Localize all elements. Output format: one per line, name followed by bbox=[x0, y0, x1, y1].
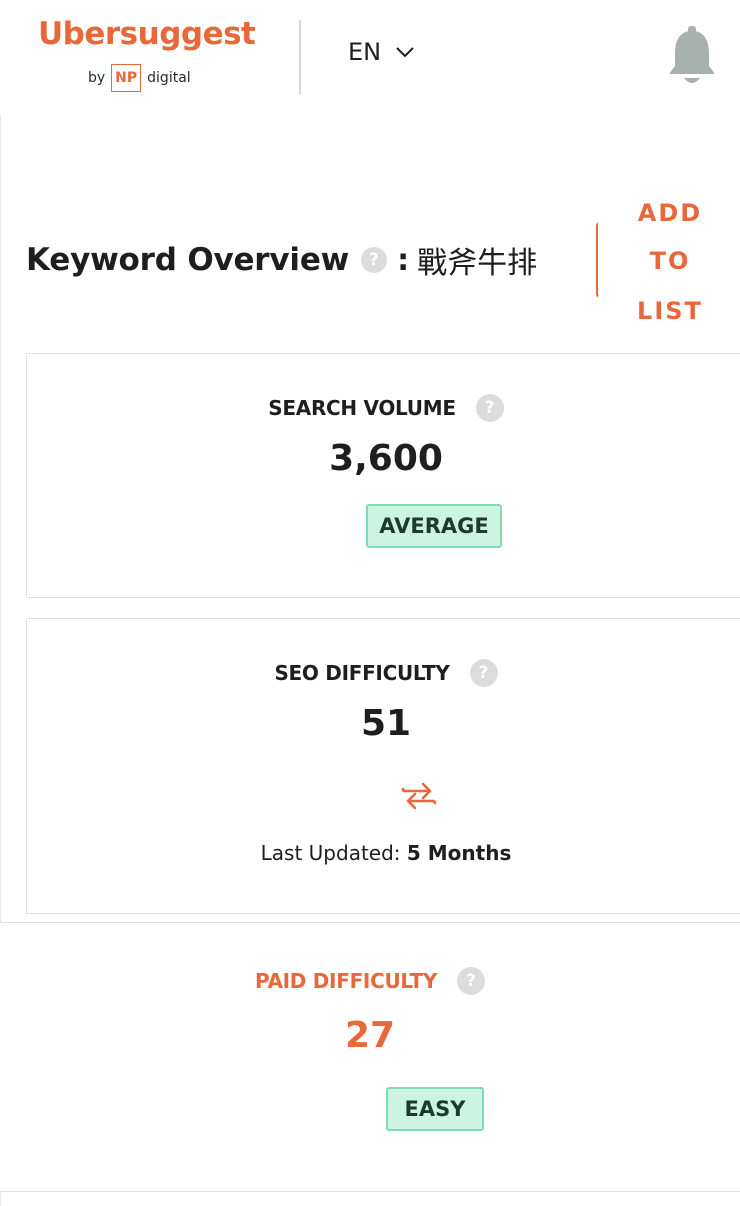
help-icon[interactable]: ? bbox=[469, 659, 498, 687]
language-selector[interactable]: EN bbox=[348, 38, 415, 66]
seo-difficulty-label: SEO DIFFICULTY bbox=[274, 661, 450, 685]
logo-np-mark: NP bbox=[111, 64, 142, 92]
search-volume-header: SEARCH VOLUME ? bbox=[27, 394, 740, 422]
refresh-icon[interactable] bbox=[399, 775, 439, 815]
add-to-list-label-line2: TO bbox=[649, 247, 691, 275]
page-title: Keyword Overview bbox=[26, 242, 350, 278]
logo-name: Ubersuggest bbox=[38, 16, 256, 52]
last-updated-value: 5 Months bbox=[406, 841, 512, 865]
search-volume-value: 3,600 bbox=[329, 438, 443, 479]
add-to-list-label-line3: LIST bbox=[598, 296, 740, 326]
add-to-list-button[interactable]: ADD TO LIST bbox=[596, 198, 740, 326]
paid-difficulty-value: 27 bbox=[344, 1015, 396, 1056]
last-updated: Last Updated: 5 Months bbox=[27, 841, 740, 865]
logo-by: by bbox=[88, 70, 106, 86]
last-updated-label: Last Updated: bbox=[260, 841, 401, 865]
paid-difficulty-badge: EASY bbox=[386, 1087, 484, 1131]
paid-difficulty-card: PAID DIFFICULTY ? 27 EASY bbox=[0, 922, 740, 1192]
help-icon[interactable]: ? bbox=[361, 247, 388, 273]
keyword-overview-heading: Keyword Overview ? : 戰斧牛排 bbox=[26, 236, 537, 284]
chevron-down-icon bbox=[396, 47, 414, 58]
paid-difficulty-label: PAID DIFFICULTY bbox=[254, 969, 438, 993]
keyword-text: 戰斧牛排 bbox=[417, 246, 538, 281]
logo-byline: by NP digital bbox=[88, 64, 191, 92]
language-label: EN bbox=[348, 38, 382, 66]
help-icon[interactable]: ? bbox=[475, 394, 504, 422]
add-to-list-label-line1: ADD bbox=[598, 198, 740, 228]
seo-difficulty-value: 51 bbox=[360, 703, 412, 744]
bell-icon[interactable] bbox=[666, 26, 718, 88]
ubersuggest-logo[interactable]: Ubersuggest by NP digital bbox=[38, 14, 268, 92]
header-divider bbox=[299, 20, 301, 94]
paid-difficulty-header: PAID DIFFICULTY ? bbox=[0, 967, 740, 995]
search-volume-badge: AVERAGE bbox=[366, 504, 502, 548]
seo-difficulty-card: SEO DIFFICULTY ? 51 Last Updated: 5 Mont… bbox=[26, 618, 740, 914]
search-volume-label: SEARCH VOLUME bbox=[268, 396, 456, 420]
title-colon: : bbox=[397, 242, 410, 278]
logo-digital: digital bbox=[147, 70, 191, 86]
search-volume-card: SEARCH VOLUME ? 3,600 AVERAGE bbox=[26, 353, 740, 598]
help-icon[interactable]: ? bbox=[457, 967, 486, 995]
seo-difficulty-header: SEO DIFFICULTY ? bbox=[27, 659, 740, 687]
top-header: Ubersuggest by NP digital EN bbox=[0, 0, 740, 117]
